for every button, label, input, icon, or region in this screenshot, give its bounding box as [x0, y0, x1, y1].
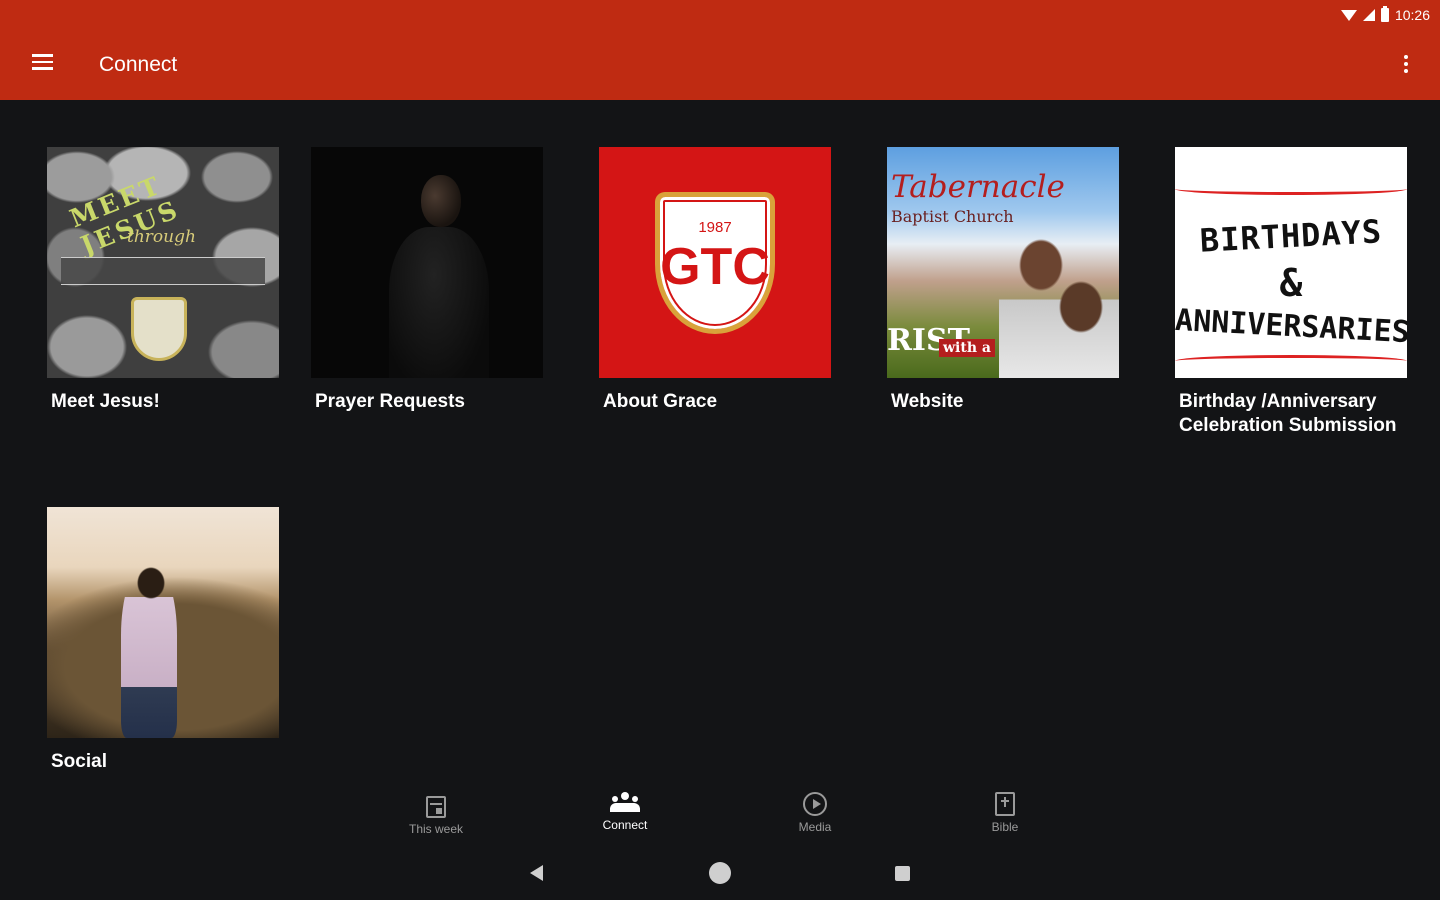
cell-signal-icon — [1362, 9, 1375, 21]
play-circle-icon — [803, 792, 827, 816]
nav-item-bible[interactable]: Bible — [945, 792, 1065, 834]
prayer-requests-image — [311, 147, 543, 378]
book-icon — [995, 792, 1015, 816]
meet-jesus-image: MEET JESUS through — [47, 147, 279, 378]
tile-label: Website — [891, 391, 964, 412]
bottom-nav: This week Connect Media Bible — [0, 788, 1440, 848]
nav-label: Bible — [991, 820, 1019, 834]
tile-label: Meet Jesus! — [51, 391, 160, 412]
birthday-image: BIRTHDAYS & ANNIVERSARIES — [1175, 147, 1407, 378]
prayer-figure-head — [421, 175, 461, 227]
tile-website[interactable]: Tabernacle Baptist Church RIST with a We… — [887, 147, 1119, 414]
system-nav-bar — [0, 852, 1440, 900]
people-icon — [610, 792, 640, 814]
birthday-art-line1: BIRTHDAYS — [1198, 212, 1384, 260]
about-grace-image: 1987 GTC — [599, 147, 831, 378]
status-bar: 10:26 — [1340, 5, 1430, 25]
website-art-subtitle: Baptist Church — [891, 207, 1014, 226]
app-bar: 10:26 Connect — [0, 0, 1440, 100]
nav-label: This week — [408, 822, 464, 836]
page-title: Connect — [99, 53, 178, 76]
meet-jesus-art-band — [61, 257, 265, 285]
birthday-art-line3: ANNIVERSARIES — [1175, 302, 1407, 351]
home-circle-icon[interactable] — [709, 862, 731, 884]
prayer-figure-body — [389, 227, 489, 378]
tile-about-grace[interactable]: 1987 GTC About Grace — [599, 147, 831, 414]
tile-birthday-anniversary[interactable]: BIRTHDAYS & ANNIVERSARIES Birthday /Anni… — [1175, 147, 1407, 438]
status-time: 10:26 — [1394, 7, 1430, 23]
gtc-shield-logo: 1987 GTC — [655, 191, 775, 334]
website-art-title: Tabernacle — [891, 169, 1065, 205]
tile-meet-jesus[interactable]: MEET JESUS through Meet Jesus! — [47, 147, 279, 414]
nav-item-connect[interactable]: Connect — [565, 792, 685, 832]
meet-jesus-art-script: through — [127, 227, 196, 247]
gtc-year: 1987 — [698, 218, 732, 236]
nav-item-this-week[interactable]: This week — [376, 792, 496, 836]
hamburger-menu-icon[interactable] — [24, 44, 60, 80]
tile-label: About Grace — [603, 391, 718, 412]
website-image: Tabernacle Baptist Church RIST with a — [887, 147, 1119, 378]
website-art-with: with a — [939, 339, 995, 357]
more-vert-icon[interactable] — [1394, 46, 1418, 82]
banner-bottom-ribbon — [1175, 355, 1407, 367]
wifi-icon — [1340, 9, 1357, 21]
social-person — [121, 567, 177, 738]
battery-icon — [1380, 6, 1389, 22]
banner-top-ribbon — [1175, 183, 1407, 195]
tile-social[interactable]: Social — [47, 507, 279, 774]
social-image — [47, 507, 279, 738]
nav-label: Media — [798, 820, 832, 834]
back-triangle-icon[interactable] — [530, 865, 543, 881]
tile-label: Birthday /Anniversary Celebration Submis… — [1179, 391, 1397, 436]
nav-label: Connect — [602, 818, 648, 832]
recents-square-icon[interactable] — [895, 866, 910, 881]
tile-label: Social — [51, 751, 107, 772]
tile-prayer-requests[interactable]: Prayer Requests — [311, 147, 543, 414]
birthday-art-line2: & — [1279, 261, 1303, 305]
nav-item-media[interactable]: Media — [755, 792, 875, 834]
gtc-letters: GTC — [660, 237, 770, 296]
website-art-people — [999, 235, 1119, 378]
tile-label: Prayer Requests — [315, 391, 465, 412]
calendar-icon — [426, 796, 446, 818]
church-shield-icon — [131, 297, 187, 361]
